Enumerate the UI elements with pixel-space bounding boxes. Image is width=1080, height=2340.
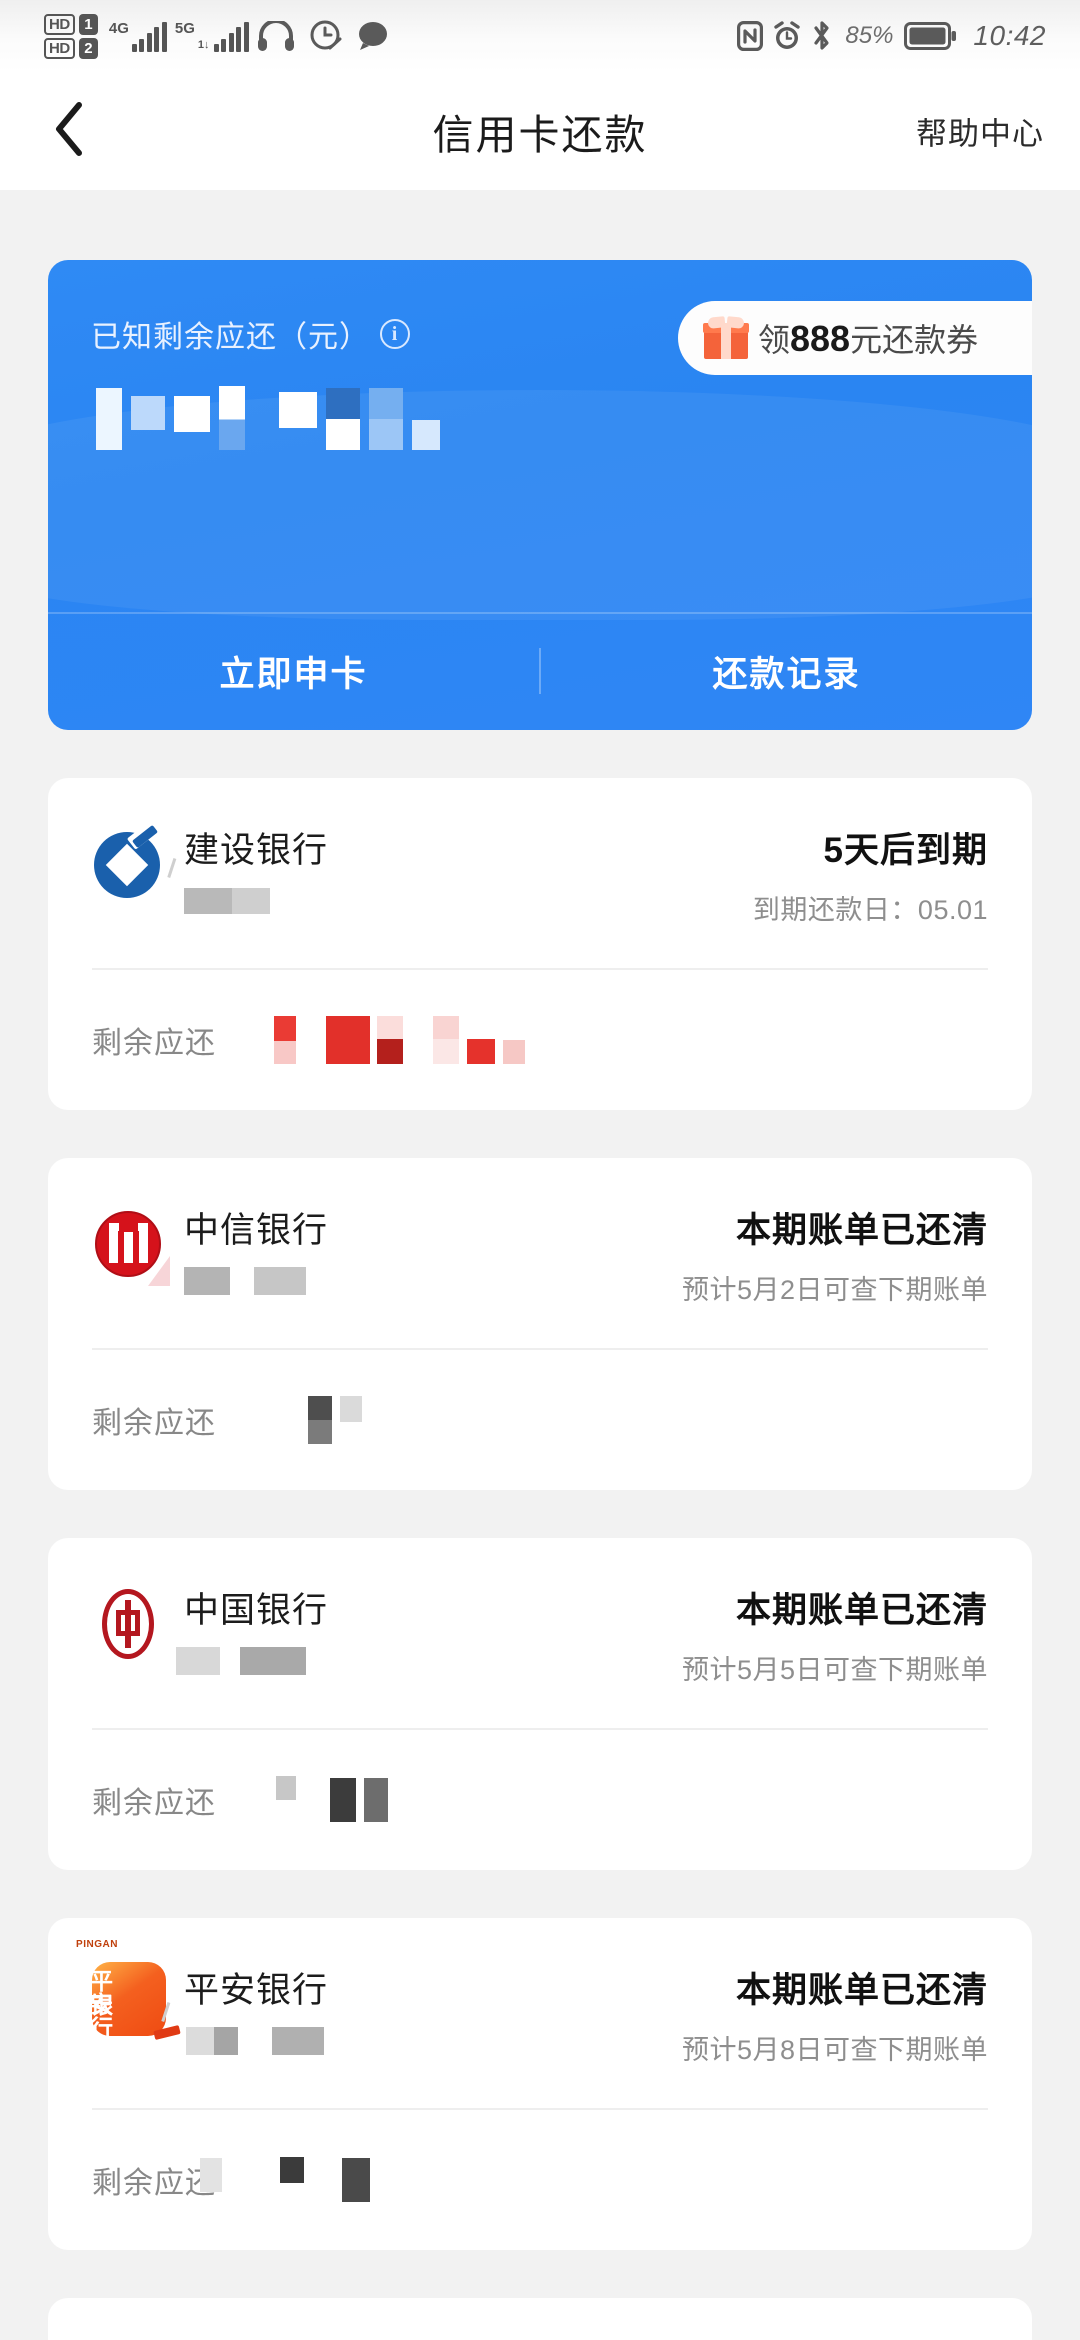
bank-card-status: 5天后到期 — [824, 822, 988, 873]
bank-card-subtext: 到期还款日：05.01 — [753, 888, 988, 927]
bank-name: 建设银行 — [184, 822, 328, 873]
status-bar-left: HD 1 HD 2 4G 5G 1↓ — [44, 14, 391, 59]
remaining-label: 剩余应还 — [92, 1018, 216, 1062]
bank-card-subtext: 预计5月2日可查下期账单 — [682, 1268, 988, 1307]
hd-label-2: HD — [44, 38, 75, 59]
bank-card-pingan[interactable]: 平安银行PINGAN 平安银行 本期账单已还清 预计5月8日可查下期账单 剩余应… — [48, 1918, 1032, 2250]
clock-label: 10:42 — [973, 20, 1046, 52]
signal-bars-2 — [214, 22, 249, 52]
info-icon[interactable]: i — [380, 319, 410, 349]
network-type-2-label: 5G — [175, 21, 195, 36]
battery-icon — [904, 22, 956, 50]
nfc-icon — [737, 21, 763, 51]
remaining-label: 剩余应还 — [92, 1778, 216, 1822]
hd-sim1-icon: HD 1 — [44, 14, 98, 35]
bank-name: 中信银行 — [184, 1202, 328, 1253]
bank-card-boc[interactable]: 中国银行 本期账单已还清 预计5月5日可查下期账单 剩余应还 — [48, 1538, 1032, 1870]
bank-card-status: 本期账单已还清 — [736, 1202, 988, 1253]
bank-card-status: 本期账单已还清 — [736, 1962, 988, 2013]
remaining-amount-masked — [276, 1776, 388, 1824]
sim-number-1: 1 — [79, 14, 98, 35]
boc-logo-icon — [90, 1586, 166, 1662]
coupon-label: 领888元还款券 — [758, 315, 978, 361]
title-bar: 信用卡还款 帮助中心 — [0, 72, 1080, 190]
citic-logo-icon — [90, 1206, 166, 1282]
pingan-logo-icon: 平安银行PINGAN — [90, 1960, 166, 2036]
bank-card-subtext: 预计5月5日可查下期账单 — [682, 1648, 988, 1687]
signal-5g-icon: 5G 1↓ — [175, 21, 249, 52]
repayment-records-button[interactable]: 还款记录 — [541, 646, 1032, 697]
card-number-masked — [186, 2026, 324, 2056]
apply-card-button[interactable]: 立即申卡 — [48, 646, 539, 697]
bank-card-subtext: 预计5月8日可查下期账单 — [682, 2028, 988, 2067]
hd-label-1: HD — [44, 14, 75, 35]
remaining-row: 剩余应还 — [48, 970, 1032, 1110]
remaining-amount-masked — [274, 1016, 525, 1064]
remaining-row: 剩余应还 — [48, 1730, 1032, 1870]
hero-amount-masked — [96, 388, 440, 450]
bank-name: 平安银行 — [184, 1962, 328, 2013]
bank-card-citic[interactable]: 中信银行 本期账单已还清 预计5月2日可查下期账单 剩余应还 — [48, 1158, 1032, 1490]
help-center-link[interactable]: 帮助中心 — [916, 109, 1044, 154]
gift-icon — [704, 317, 748, 359]
coupon-amount: 888 — [790, 318, 850, 359]
sim-number-2: 2 — [79, 38, 98, 59]
hero-label-group: 已知剩余应还（元） i — [91, 312, 410, 356]
card-number-masked — [184, 886, 270, 916]
battery-percent-label: 85% — [845, 22, 893, 50]
signal-4g-icon: 4G — [109, 21, 167, 52]
bank-card-header: 中国银行 本期账单已还清 预计5月5日可查下期账单 — [48, 1538, 1032, 1728]
alarm-icon — [772, 21, 802, 51]
ccb-logo-icon — [90, 826, 166, 902]
status-bar: HD 1 HD 2 4G 5G 1↓ — [0, 0, 1080, 72]
hd-sim-stack: HD 1 HD 2 — [44, 14, 98, 59]
alarm-silent-icon — [309, 19, 343, 53]
status-bar-right: 85% 10:42 — [737, 20, 1046, 52]
coupon-suffix: 元还款券 — [850, 322, 978, 358]
remaining-amount-masked — [308, 1396, 362, 1444]
bluetooth-icon — [811, 20, 833, 52]
bank-name: 中国银行 — [184, 1582, 328, 1633]
app-screen: HD 1 HD 2 4G 5G 1↓ — [0, 0, 1080, 2340]
data-activity-label: 1↓ — [198, 40, 210, 51]
bank-card-header: 中信银行 本期账单已还清 预计5月2日可查下期账单 — [48, 1158, 1032, 1348]
coupon-banner[interactable]: 领888元还款券 — [678, 301, 1032, 375]
remaining-row: 剩余应还 — [48, 1350, 1032, 1490]
remaining-amount-masked — [200, 2156, 370, 2204]
card-number-masked — [176, 1646, 306, 1676]
remaining-row: 剩余应还 — [48, 2110, 1032, 2250]
signal-bars-1 — [132, 22, 167, 52]
headphones-icon — [257, 21, 295, 51]
network-type-1-label: 4G — [109, 21, 129, 36]
hero-label-text: 已知剩余应还（元） — [91, 312, 370, 356]
bank-card-status: 本期账单已还清 — [736, 1582, 988, 1633]
message-bubble-icon — [357, 21, 391, 51]
bank-card-ccb[interactable]: 建设银行 5天后到期 到期还款日：05.01 剩余应还 — [48, 778, 1032, 1110]
remaining-label: 剩余应还 — [92, 1398, 216, 1442]
bank-card-header: 平安银行PINGAN 平安银行 本期账单已还清 预计5月8日可查下期账单 — [48, 1918, 1032, 2108]
summary-hero-card: 已知剩余应还（元） i 领888元还款券 立 — [48, 260, 1032, 730]
hd-sim2-icon: HD 2 — [44, 38, 98, 59]
coupon-prefix: 领 — [758, 322, 790, 358]
hero-actions: 立即申卡 还款记录 — [48, 612, 1032, 730]
bank-card-next-partial[interactable] — [48, 2298, 1032, 2340]
bank-card-header: 建设银行 5天后到期 到期还款日：05.01 — [48, 778, 1032, 968]
card-number-masked — [184, 1266, 306, 1296]
remaining-label: 剩余应还 — [92, 2158, 216, 2202]
